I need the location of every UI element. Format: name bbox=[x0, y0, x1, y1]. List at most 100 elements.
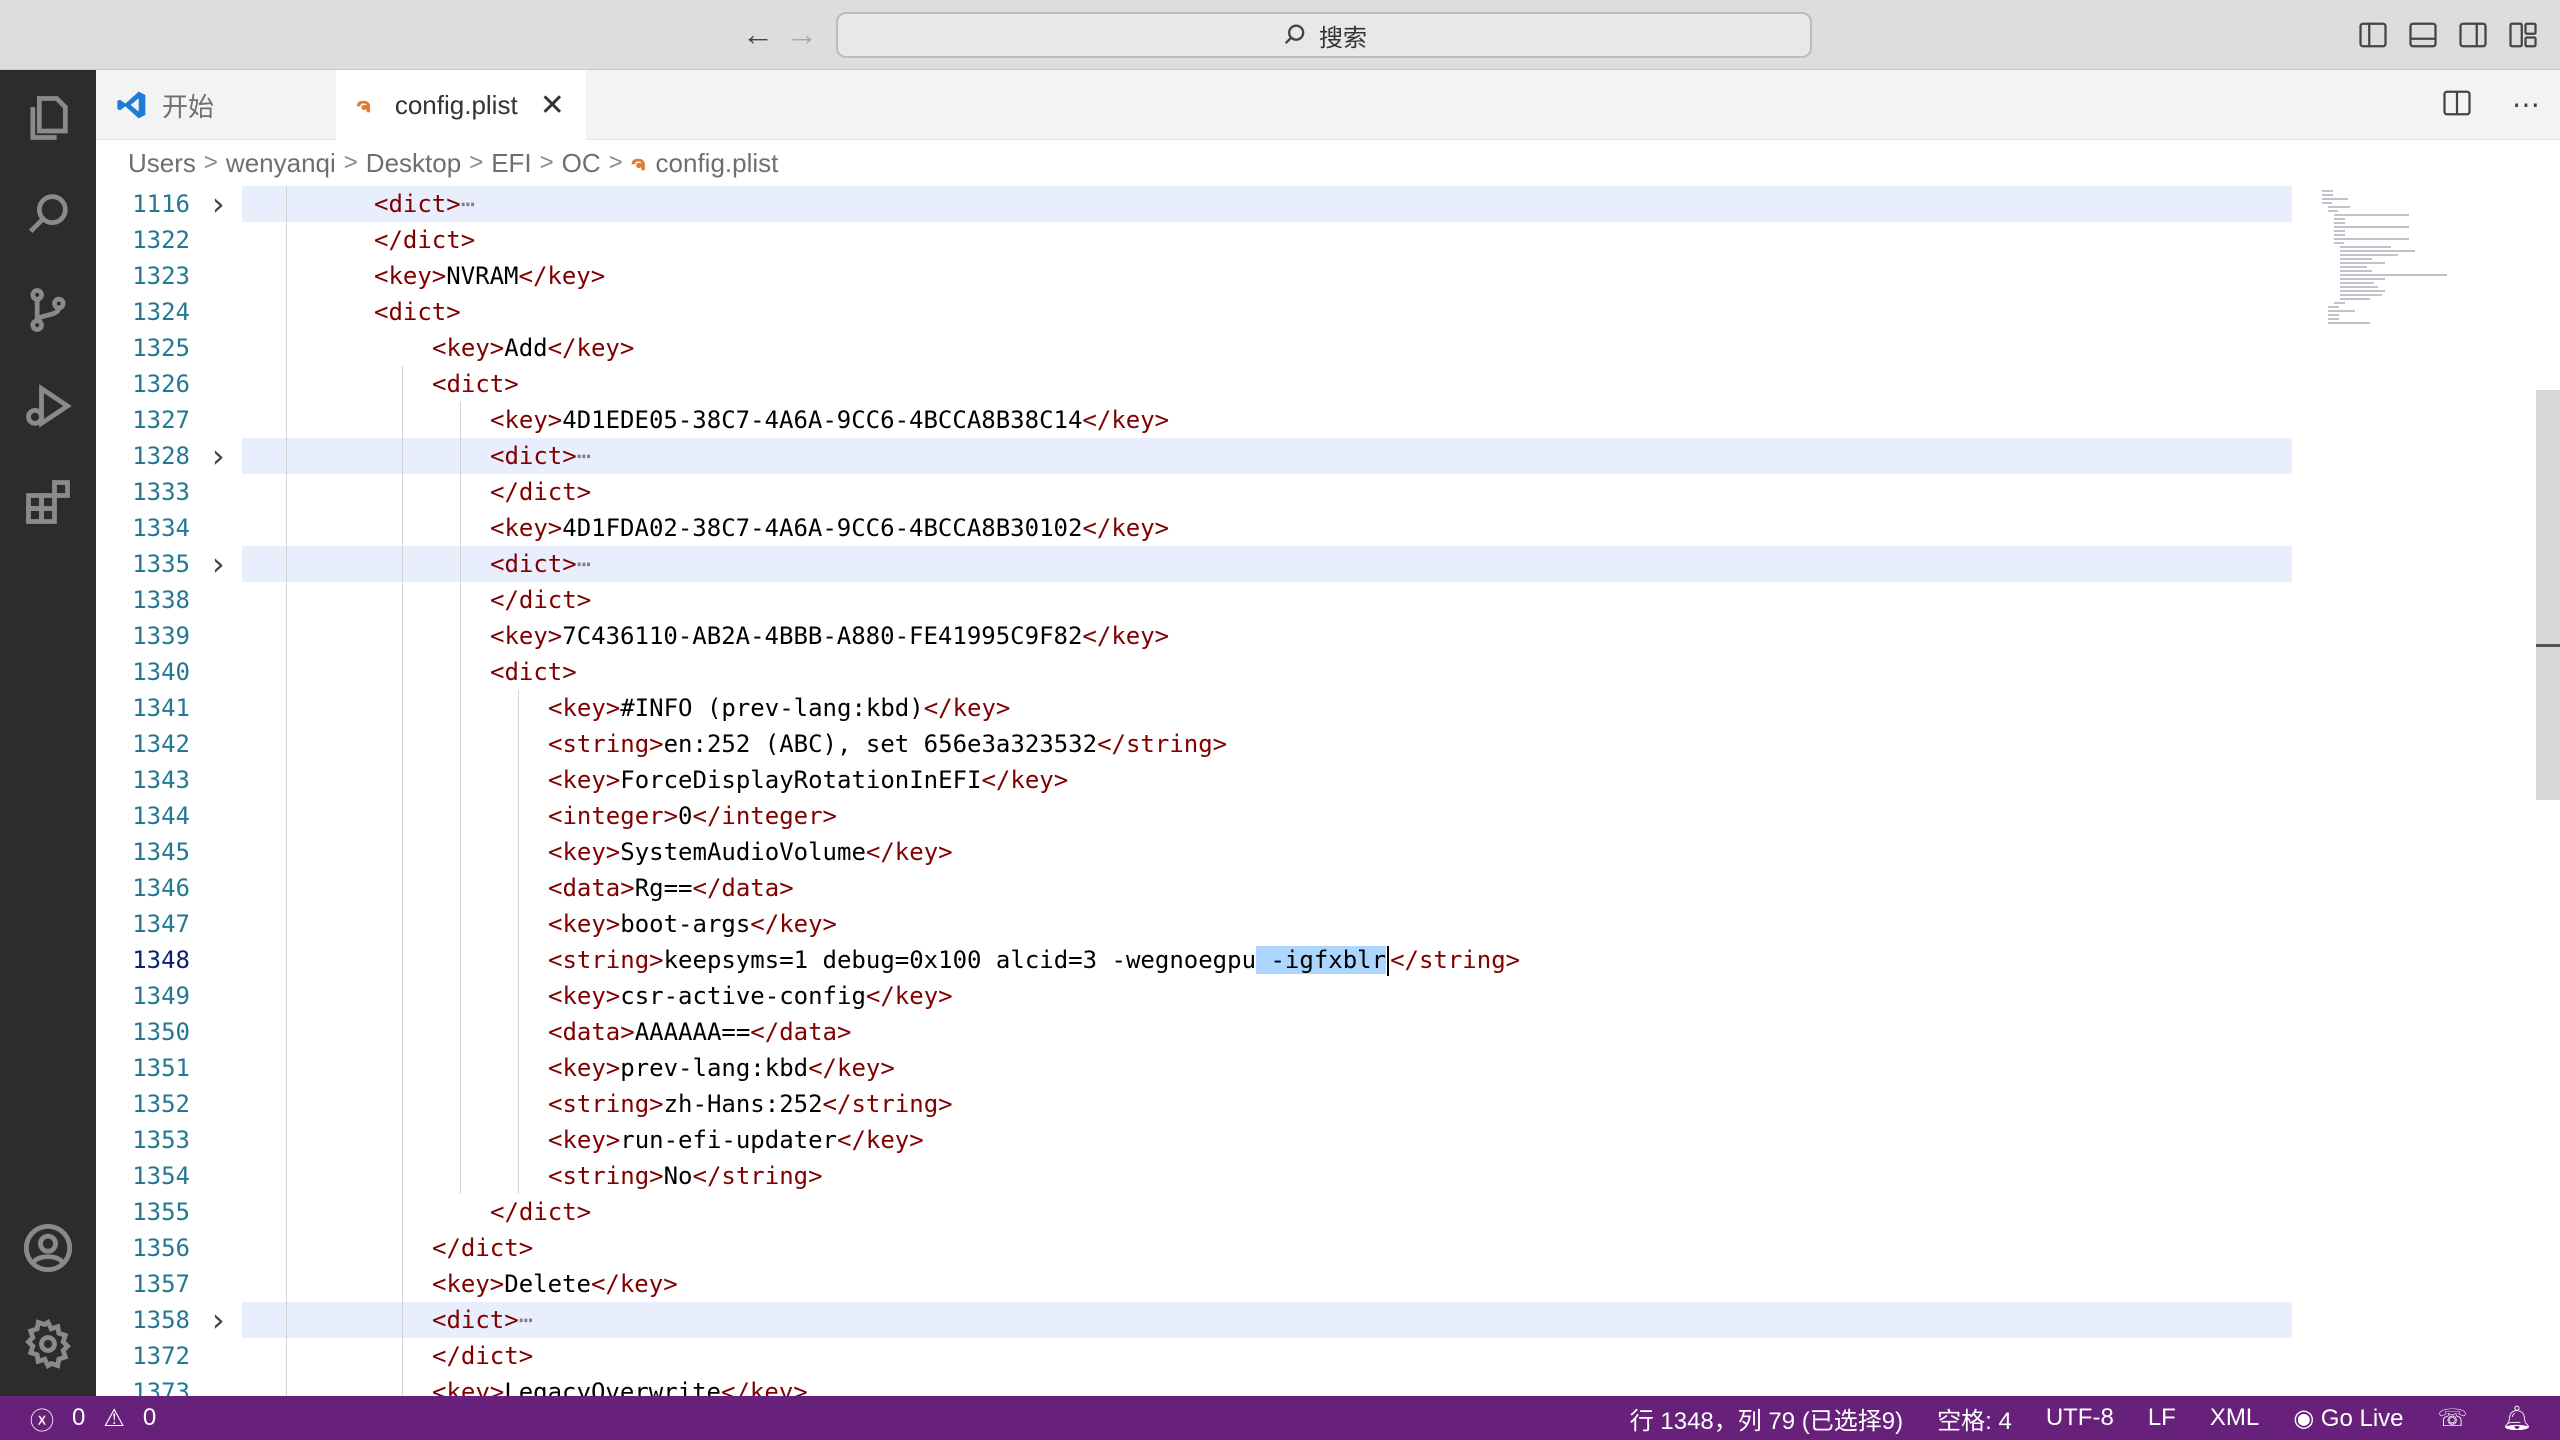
code-line[interactable]: 1333 </dict> bbox=[96, 474, 2292, 510]
back-arrow-icon[interactable]: ← bbox=[738, 14, 778, 54]
folded-ellipsis: ⋯ bbox=[576, 442, 592, 470]
forward-arrow-icon[interactable]: → bbox=[782, 14, 822, 54]
code-line[interactable]: 1338 </dict> bbox=[96, 582, 2292, 618]
code-editor[interactable]: 1116 › <dict>⋯ 1322 </dict> 1323 <key>NVRAM</k… bbox=[96, 186, 2496, 1396]
code-line[interactable]: 1327 <key>4D1EDE05-38C7-4A6A-9CC6-4BCCA8B… bbox=[96, 402, 2292, 438]
fold-chevron-icon[interactable]: › bbox=[206, 545, 230, 583]
more-actions-icon[interactable]: ⋯ bbox=[2512, 88, 2540, 125]
minimap-line bbox=[2334, 302, 2346, 304]
xml-tag: <dict> bbox=[374, 190, 461, 218]
accounts-icon[interactable] bbox=[0, 1200, 96, 1296]
breadcrumb-item[interactable]: Desktop bbox=[366, 148, 461, 179]
language-mode[interactable]: XML bbox=[2210, 1404, 2259, 1432]
customize-layout-icon[interactable] bbox=[2508, 20, 2538, 50]
breadcrumb-item[interactable]: EFI bbox=[491, 148, 531, 179]
cursor-position[interactable]: 行 1348，列 79 (已选择9) bbox=[1630, 1401, 1903, 1436]
source-control-icon[interactable] bbox=[0, 262, 96, 358]
xml-tag: <string> bbox=[548, 1090, 664, 1118]
code-line[interactable]: 1345 <key>SystemAudioVolume</key> bbox=[96, 834, 2292, 870]
xml-tag: </key> bbox=[750, 910, 837, 938]
tab-label: 开始 bbox=[162, 91, 215, 122]
minimap[interactable] bbox=[2300, 186, 2530, 446]
code-line[interactable]: 1373 <key>LegacyOverwrite</key> bbox=[96, 1374, 2292, 1396]
code-line[interactable]: 1322 </dict> bbox=[96, 222, 2292, 258]
indentation[interactable]: 空格: 4 bbox=[1937, 1401, 2012, 1436]
chevron-right-icon: > bbox=[539, 149, 554, 176]
close-icon[interactable]: ✕ bbox=[540, 88, 565, 123]
code-line[interactable]: 1344 <integer>0</integer> bbox=[96, 798, 2292, 834]
go-live-button[interactable]: ◉ Go Live bbox=[2293, 1404, 2403, 1433]
end-of-line[interactable]: LF bbox=[2148, 1404, 2176, 1432]
code-line[interactable]: 1335 › <dict>⋯ bbox=[96, 545, 2292, 583]
run-debug-icon[interactable] bbox=[0, 358, 96, 454]
fold-chevron-icon[interactable]: › bbox=[206, 437, 230, 475]
code-line[interactable]: 1339 <key>7C436110-AB2A-4BBB-A880-FE41995… bbox=[96, 618, 2292, 654]
code-line[interactable]: 1356 </dict> bbox=[96, 1230, 2292, 1266]
code-line[interactable]: 1352 <string>zh-Hans:252</string> bbox=[96, 1086, 2292, 1122]
code-line[interactable]: 1343 <key>ForceDisplayRotationInEFI</key> bbox=[96, 762, 2292, 798]
search-icon[interactable] bbox=[0, 166, 96, 262]
line-number: 1356 bbox=[132, 1234, 190, 1262]
encoding[interactable]: UTF-8 bbox=[2046, 1404, 2114, 1432]
split-editor-icon[interactable] bbox=[2442, 88, 2472, 125]
command-center-search[interactable]: 搜索 bbox=[836, 12, 1812, 58]
toggle-secondary-sidebar-icon[interactable] bbox=[2458, 20, 2488, 50]
minimap-line bbox=[2328, 210, 2338, 212]
code-line[interactable]: 1341 <key>#INFO (prev-lang:kbd)</key> bbox=[96, 690, 2292, 726]
code-text: <key>ForceDisplayRotationInEFI</key> bbox=[548, 762, 1068, 798]
code-line[interactable]: 1358 › <dict>⋯ bbox=[96, 1301, 2292, 1339]
code-line[interactable]: 1334 <key>4D1FDA02-38C7-4A6A-9CC6-4BCCA8B… bbox=[96, 510, 2292, 546]
vertical-scrollbar[interactable] bbox=[2536, 390, 2560, 800]
toggle-panel-icon[interactable] bbox=[2408, 20, 2438, 50]
code-line[interactable]: 1323 <key>NVRAM</key> bbox=[96, 258, 2292, 294]
code-line[interactable]: 1346 <data>Rg==</data> bbox=[96, 870, 2292, 906]
code-line[interactable]: 1348 <string>keepsyms=1 debug=0x100 alcid… bbox=[96, 942, 2292, 978]
problems-indicator[interactable]: ⓧ 0 ⚠ 0 bbox=[30, 1401, 156, 1436]
feedback-icon[interactable]: ☏ bbox=[2438, 1404, 2468, 1433]
code-line[interactable]: 1324 <dict> bbox=[96, 294, 2292, 330]
line-number: 1354 bbox=[132, 1162, 190, 1190]
code-line[interactable]: 1350 <data>AAAAAA==</data> bbox=[96, 1014, 2292, 1050]
xml-content: boot-args bbox=[620, 910, 751, 938]
fold-chevron-icon[interactable]: › bbox=[206, 186, 230, 223]
line-number: 1326 bbox=[132, 370, 190, 398]
line-number: 1324 bbox=[132, 298, 190, 326]
code-line[interactable]: 1353 <key>run-efi-updater</key> bbox=[96, 1122, 2292, 1158]
notifications-bell-icon[interactable]: 🔔︎ bbox=[2502, 1404, 2532, 1433]
breadcrumb-item-file[interactable]: ຈ config.plist bbox=[631, 148, 779, 179]
tab-config-plist[interactable]: ຈ config.plist ✕ bbox=[336, 70, 586, 140]
code-line[interactable]: 1351 <key>prev-lang:kbd</key> bbox=[96, 1050, 2292, 1086]
code-line[interactable]: 1340 <dict> bbox=[96, 654, 2292, 690]
xml-tag: <key> bbox=[490, 514, 563, 542]
line-number: 1343 bbox=[132, 766, 190, 794]
code-text: <data>AAAAAA==</data> bbox=[548, 1014, 851, 1050]
breadcrumb-item[interactable]: OC bbox=[562, 148, 601, 179]
extensions-icon[interactable] bbox=[0, 454, 96, 550]
code-text: <string>No</string> bbox=[548, 1158, 823, 1194]
code-line[interactable]: 1325 <key>Add</key> bbox=[96, 330, 2292, 366]
code-line[interactable]: 1116 › <dict>⋯ bbox=[96, 186, 2292, 223]
xml-content: AAAAAA== bbox=[634, 1018, 751, 1046]
code-line[interactable]: 1328 › <dict>⋯ bbox=[96, 437, 2292, 475]
xml-tag: </key> bbox=[518, 262, 606, 290]
code-line[interactable]: 1354 <string>No</string> bbox=[96, 1158, 2292, 1194]
toggle-sidebar-icon[interactable] bbox=[2358, 20, 2388, 50]
fold-chevron-icon[interactable]: › bbox=[206, 1301, 230, 1339]
settings-gear-icon[interactable] bbox=[0, 1296, 96, 1392]
code-line[interactable]: 1347 <key>boot-args</key> bbox=[96, 906, 2292, 942]
breadcrumb-item[interactable]: Users bbox=[128, 148, 196, 179]
code-line[interactable]: 1357 <key>Delete</key> bbox=[96, 1266, 2292, 1302]
code-line[interactable]: 1349 <key>csr-active-config</key> bbox=[96, 978, 2292, 1014]
code-line[interactable]: 1372 </dict> bbox=[96, 1338, 2292, 1374]
xml-tag: </dict> bbox=[432, 1234, 534, 1262]
code-line[interactable]: 1342 <string>en:252 (ABC), set 656e3a3235… bbox=[96, 726, 2292, 762]
breadcrumb-item[interactable]: wenyanqi bbox=[226, 148, 336, 179]
xml-content: #INFO (prev-lang:kbd) bbox=[620, 694, 924, 722]
xml-tag: </key> bbox=[547, 334, 635, 362]
code-line[interactable]: 1355 </dict> bbox=[96, 1194, 2292, 1230]
code-text: <string>zh-Hans:252</string> bbox=[548, 1086, 953, 1122]
explorer-icon[interactable] bbox=[0, 70, 96, 166]
tab-start[interactable]: 开始 bbox=[96, 70, 336, 140]
code-line[interactable]: 1326 <dict> bbox=[96, 366, 2292, 402]
chevron-right-icon: > bbox=[343, 149, 358, 176]
